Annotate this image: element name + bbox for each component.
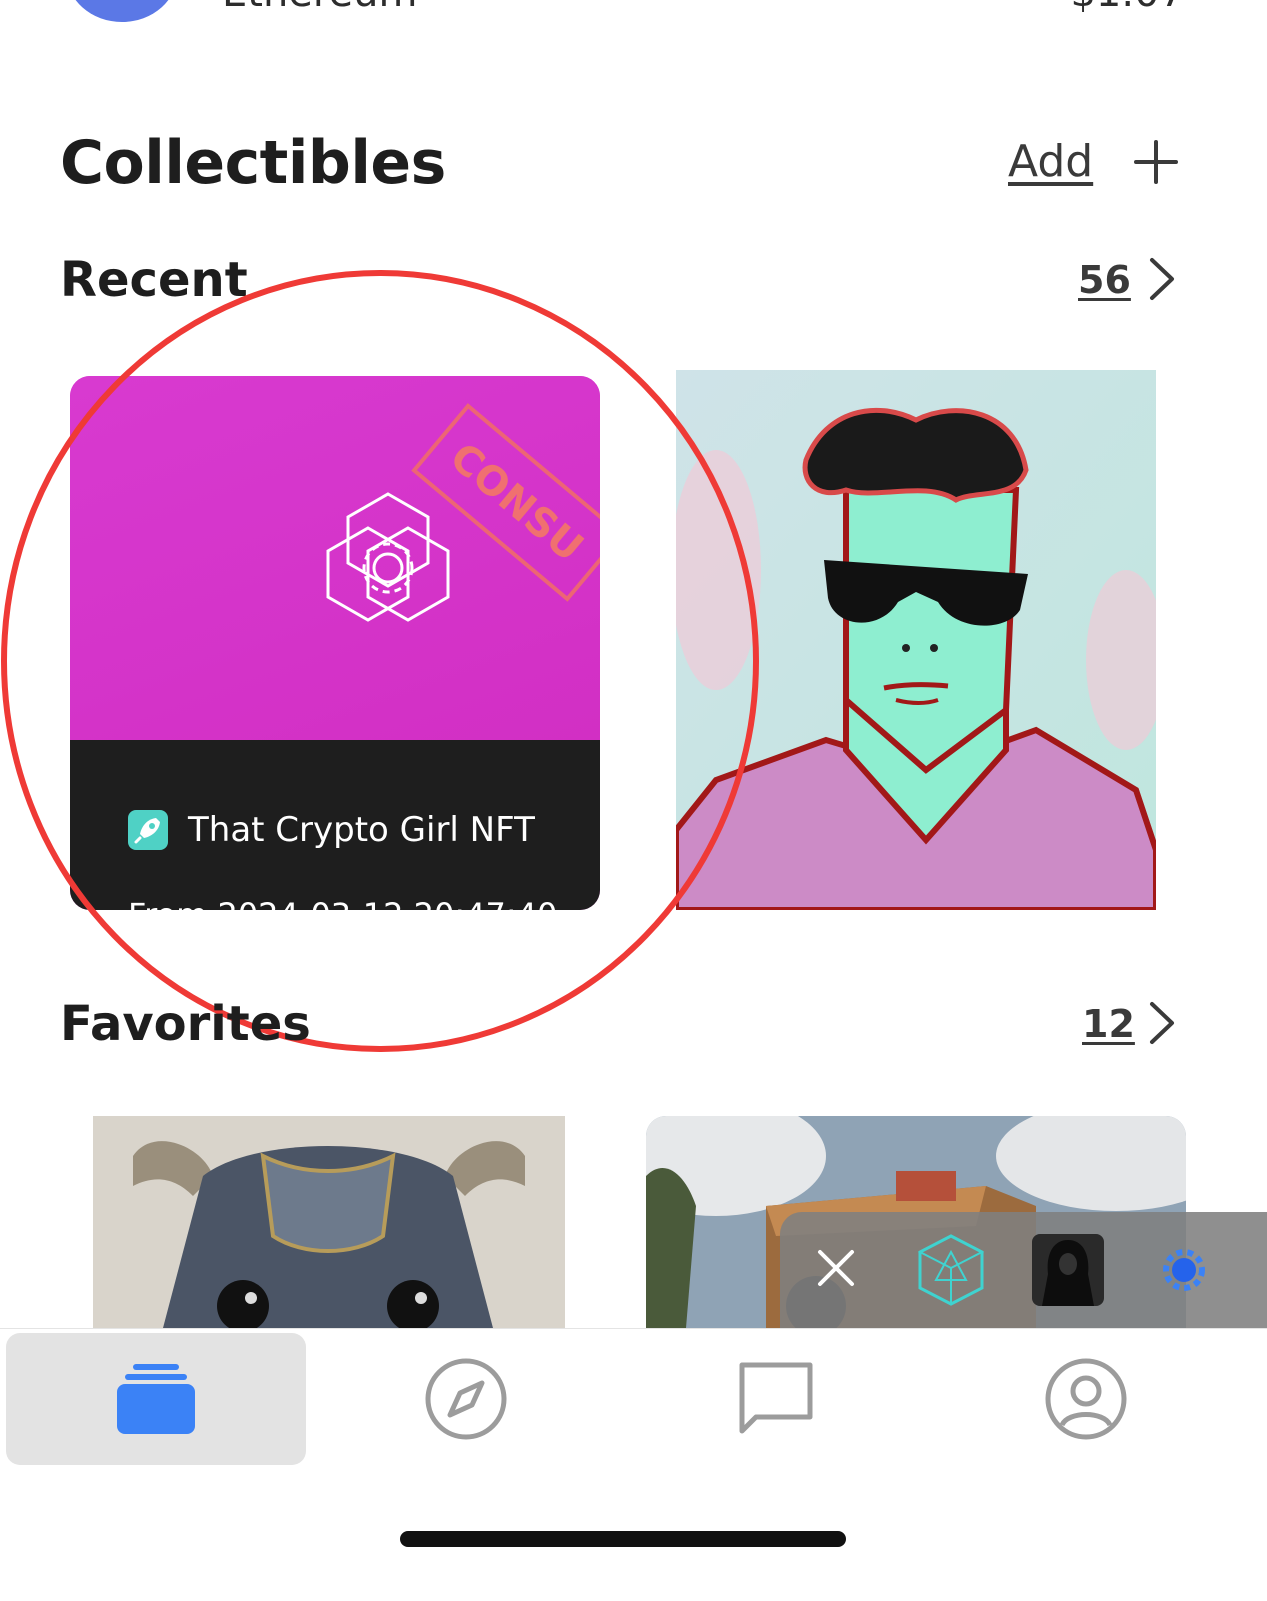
collectibles-title: Collectibles	[60, 128, 446, 198]
asset-value: $1.07	[1070, 0, 1185, 16]
portrait-artwork	[676, 370, 1156, 910]
recent-nft-card[interactable]: CONSU That Crypto Girl NFT From 2024-03-…	[70, 376, 600, 910]
rocket-app-icon	[128, 810, 168, 850]
recent-count-link[interactable]: 56	[1078, 258, 1131, 302]
add-collectible-link[interactable]: Add	[1008, 136, 1093, 187]
favorites-title: Favorites	[60, 996, 311, 1052]
tab-explore[interactable]	[316, 1333, 616, 1465]
favorite-nft-card-bull[interactable]	[93, 1116, 565, 1328]
blue-gear-nft-icon[interactable]	[1162, 1248, 1206, 1292]
home-indicator	[400, 1531, 846, 1547]
asset-name: Ethereum	[222, 0, 417, 16]
recent-nft-card-portrait[interactable]	[676, 370, 1156, 910]
profile-icon	[1045, 1358, 1127, 1440]
nft-name: That Crypto Girl NFT	[188, 810, 535, 850]
favorites-count-link[interactable]: 12	[1082, 1002, 1135, 1046]
tab-messages[interactable]	[626, 1333, 926, 1465]
bottom-tab-bar	[0, 1328, 1267, 1601]
stamp-text: CONSU	[441, 434, 592, 571]
ethereum-avatar-icon	[66, 0, 178, 22]
recent-title: Recent	[60, 252, 248, 308]
bull-artwork	[93, 1116, 565, 1328]
plus-icon[interactable]	[1132, 138, 1180, 186]
floating-nft-switcher	[780, 1212, 1267, 1328]
hooded-figure-avatar[interactable]	[1032, 1234, 1104, 1306]
tab-profile[interactable]	[936, 1333, 1236, 1465]
chevron-right-icon[interactable]	[1148, 256, 1176, 302]
chat-icon	[739, 1362, 813, 1434]
compass-icon	[425, 1358, 507, 1440]
close-icon[interactable]	[816, 1248, 856, 1288]
cube-nft-icon[interactable]	[916, 1232, 986, 1308]
hooded-figure-icon	[1042, 1240, 1094, 1306]
nft-artwork: CONSU	[326, 403, 600, 622]
collectibles-icon	[117, 1364, 195, 1434]
tab-collectibles[interactable]	[6, 1333, 306, 1465]
nft-date: From 2024-03-12 20:47:40	[128, 896, 557, 910]
chevron-right-icon[interactable]	[1148, 1000, 1176, 1046]
nft-image: CONSU	[70, 376, 600, 740]
